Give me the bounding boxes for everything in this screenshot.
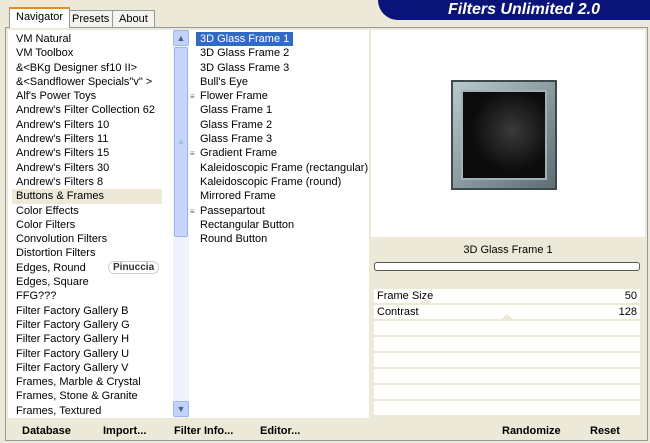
category-item[interactable]: Filter Factory Gallery H [12,332,162,346]
param-empty [374,369,640,385]
category-item[interactable]: Andrew's Filters 11 [12,132,162,146]
param-label: Contrast [377,306,419,318]
category-scrollbar[interactable]: ▲ ≡ ▼ [173,30,189,418]
category-item[interactable]: Edges, Square [12,275,162,289]
tab-presets[interactable]: Presets [65,10,117,27]
category-item[interactable]: Andrew's Filter Collection 62 [12,103,162,117]
filter-item[interactable]: Kaleidoscopic Frame (rectangular) [190,161,369,175]
category-item[interactable]: Andrew's Filters 30 [12,161,162,175]
scroll-down-icon[interactable]: ▼ [173,401,189,417]
filter-label: Kaleidoscopic Frame (rectangular) [200,161,369,174]
filter-label: Round Button [200,233,268,246]
category-item[interactable]: Andrew's Filters 8 [12,175,162,189]
preview-area [371,30,645,237]
editor-button[interactable]: Editor... [260,425,300,437]
filter-item[interactable]: 3D Glass Frame 2 [190,46,369,60]
filter-item[interactable]: Glass Frame 1 [190,103,369,117]
filter-item[interactable]: ≡ Gradient Frame [190,146,369,160]
reset-button[interactable]: Reset [590,425,620,437]
category-item[interactable]: Color Filters [12,218,162,232]
filter-item[interactable]: Kaleidoscopic Frame (round) [190,175,369,189]
tab-about[interactable]: About [112,10,155,27]
scroll-thumb[interactable]: ≡ [174,47,188,237]
filter-item[interactable]: Rectangular Button [190,218,369,232]
category-item[interactable]: Distortion Filters [12,246,162,260]
param-value: 50 [624,290,637,302]
filter-label: Glass Frame 2 [200,118,273,131]
filter-label: 3D Glass Frame 2 [200,47,290,60]
filter-label: Gradient Frame [200,147,278,160]
import-button[interactable]: Import... [103,425,146,437]
category-item[interactable]: Filter Factory Gallery U [12,347,162,361]
filter-label: Bull's Eye [200,75,248,88]
param-empty [374,385,640,401]
filter-item[interactable]: 3D Glass Frame 3 [190,61,369,75]
param-empty [374,401,640,417]
filter-list[interactable]: 3D Glass Frame 1 3D Glass Frame 2 3D Glass… [190,30,369,418]
app-title-banner: Filters Unlimited 2.0 [378,0,650,20]
tab-navigator[interactable]: Navigator [9,7,71,28]
param-value: 128 [618,306,637,318]
category-item[interactable]: Andrew's Filters 10 [12,118,162,132]
randomize-button[interactable]: Randomize [502,425,561,437]
filter-info-button[interactable]: Filter Info... [174,425,233,437]
category-item[interactable]: Frames, Textured [12,404,162,418]
filter-item[interactable]: Glass Frame 3 [190,132,369,146]
category-item[interactable]: Andrew's Filters 15 [12,146,162,160]
preview-image [451,80,557,190]
filter-item[interactable]: ≡ Flower Frame [190,89,369,103]
category-item[interactable]: VM Toolbox [12,46,162,60]
filter-item[interactable]: Bull's Eye [190,75,369,89]
database-button[interactable]: Database [22,425,71,437]
filter-item[interactable]: ≡ Passepartout [190,204,369,218]
filter-label: Mirrored Frame [200,190,276,203]
scroll-up-icon[interactable]: ▲ [173,30,189,46]
filter-label: Glass Frame 1 [200,104,273,117]
category-item[interactable]: Buttons & Frames [12,189,162,204]
category-item[interactable]: Convolution Filters [12,232,162,246]
preview-filter-name: 3D Glass Frame 1 [463,244,553,256]
filter-item[interactable]: 3D Glass Frame 1 [190,32,369,47]
filter-label: 3D Glass Frame 1 [196,32,294,47]
category-item[interactable]: Alf's Power Toys [12,89,162,103]
filter-label: Kaleidoscopic Frame (round) [200,175,342,188]
category-item[interactable]: Color Effects [12,204,162,218]
category-item[interactable]: Filter Factory Gallery G [12,318,162,332]
progress-bar [374,262,640,271]
category-item[interactable]: VM Natural [12,32,162,46]
filter-label: Passepartout [200,204,265,217]
category-item[interactable]: Filter Factory Gallery V [12,361,162,375]
param-empty [374,353,640,369]
slider-handle-icon[interactable] [418,298,435,305]
filter-label: Flower Frame [200,90,268,103]
category-list[interactable]: VM Natural VM Toolbox &<BKg Designer sf10 … [8,30,190,418]
param-empty [374,337,640,353]
filter-item[interactable]: Mirrored Frame [190,189,369,203]
category-item[interactable]: &<Sandflower Specials"v" > [12,75,162,89]
category-item[interactable]: FFG??? [12,289,162,303]
category-item[interactable]: &<BKg Designer sf10 II> [12,61,162,75]
category-item[interactable]: Frames, Stone & Granite [12,389,162,403]
slider-handle-icon[interactable] [499,314,515,321]
filter-item[interactable]: Glass Frame 2 [190,118,369,132]
watermark: Pinuccia [108,261,160,274]
param-frame-size[interactable]: Frame Size 50 [374,289,640,305]
filter-label: Rectangular Button [200,218,295,231]
category-item[interactable]: Filter Factory Gallery B [12,304,162,318]
filter-label: 3D Glass Frame 3 [200,61,290,74]
filter-item[interactable]: Round Button [190,232,369,246]
category-item[interactable]: Frames, Marble & Crystal [12,375,162,389]
param-empty [374,321,640,337]
filter-label: Glass Frame 3 [200,133,273,146]
param-contrast[interactable]: Contrast 128 [374,305,640,321]
